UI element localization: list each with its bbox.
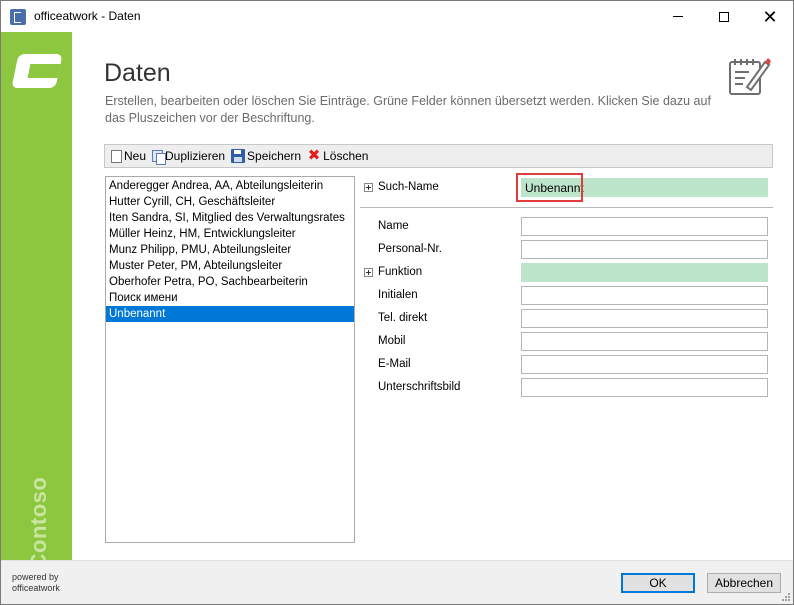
name-label: Name xyxy=(378,220,409,232)
funktion-label: Funktion xyxy=(378,266,423,278)
app-icon xyxy=(10,9,26,25)
resize-grip-icon[interactable] xyxy=(781,592,791,602)
list-item[interactable]: Anderegger Andrea, AA, Abteilungsleiteri… xyxy=(106,178,354,194)
list-item[interactable]: Oberhofer Petra, PO, Sachbearbeiterin xyxy=(106,274,354,290)
expand-funktion-icon[interactable] xyxy=(364,268,373,277)
list-item[interactable]: Iten Sandra, SI, Mitglied des Verwaltung… xyxy=(106,210,354,226)
save-icon xyxy=(231,149,246,163)
save-button[interactable]: Speichern xyxy=(231,149,301,163)
list-item[interactable]: Müller Heinz, HM, Entwicklungsleiter xyxy=(106,226,354,242)
brand-sidebar: Contoso xyxy=(1,32,72,569)
duplicate-button-label: Duplizieren xyxy=(165,149,226,163)
ok-button[interactable]: OK xyxy=(621,573,695,593)
new-button[interactable]: Neu xyxy=(111,149,146,163)
detail-form: Such-Name Name Personal-Nr. Funktion Ini… xyxy=(360,173,773,553)
list-item-selected[interactable]: Unbenannt xyxy=(106,306,354,322)
brand-logo-icon xyxy=(11,54,63,88)
save-button-label: Speichern xyxy=(247,149,302,163)
new-button-label: Neu xyxy=(124,149,147,163)
footer-bar: powered by officeatwork OK Abbrechen xyxy=(1,560,793,604)
window-title: officeatwork - Daten xyxy=(34,9,141,23)
close-button[interactable]: ✕ xyxy=(747,1,793,32)
mobil-label: Mobil xyxy=(378,335,406,347)
list-item[interactable]: Munz Philipp, PMU, Abteilungsleiter xyxy=(106,242,354,258)
page-description: Erstellen, bearbeiten oder löschen Sie E… xyxy=(105,94,711,125)
name-field[interactable] xyxy=(521,217,768,236)
tel-direkt-label: Tel. direkt xyxy=(378,312,428,324)
brand-vertical: Contoso xyxy=(16,472,56,572)
minimize-icon xyxy=(673,16,683,17)
powered-by-line: powered by xyxy=(12,572,59,582)
list-item[interactable]: Поиск имени xyxy=(106,290,354,306)
maximize-button[interactable] xyxy=(701,1,747,32)
page-title: Daten xyxy=(104,59,171,87)
dialog-window: officeatwork - Daten ✕ Contoso Daten Ers… xyxy=(0,0,794,605)
minimize-button[interactable] xyxy=(655,1,701,32)
close-icon: ✕ xyxy=(762,6,778,27)
form-divider xyxy=(360,207,773,208)
mobil-field[interactable] xyxy=(521,332,768,351)
entry-list[interactable]: Anderegger Andrea, AA, Abteilungsleiteri… xyxy=(105,176,355,543)
delete-button[interactable]: ✖ Löschen xyxy=(307,147,369,164)
personal-nr-label: Personal-Nr. xyxy=(378,243,442,255)
email-field[interactable] xyxy=(521,355,768,374)
list-item[interactable]: Muster Peter, PM, Abteilungsleiter xyxy=(106,258,354,274)
personal-nr-field[interactable] xyxy=(521,240,768,259)
cancel-button[interactable]: Abbrechen xyxy=(707,573,781,593)
tel-direkt-field[interactable] xyxy=(521,309,768,328)
delete-button-label: Löschen xyxy=(323,149,369,163)
new-document-icon xyxy=(111,149,122,163)
duplicate-button[interactable]: Duplizieren xyxy=(152,149,226,165)
initialen-field[interactable] xyxy=(521,286,768,305)
email-label: E-Mail xyxy=(378,358,411,370)
such-name-label: Such-Name xyxy=(378,181,439,193)
powered-by: powered by officeatwork xyxy=(12,572,60,594)
title-bar: officeatwork - Daten ✕ xyxy=(1,1,793,32)
duplicate-icon xyxy=(152,150,167,165)
edit-document-icon xyxy=(725,54,771,98)
initialen-label: Initialen xyxy=(378,289,418,301)
toolbar: Neu Duplizieren Speichern ✖ Löschen xyxy=(104,144,773,168)
maximize-icon xyxy=(719,11,729,22)
unterschriftsbild-field[interactable] xyxy=(521,378,768,397)
powered-by-brand: officeatwork xyxy=(12,583,60,593)
funktion-field[interactable] xyxy=(521,263,768,282)
expand-such-name-icon[interactable] xyxy=(364,183,373,192)
delete-icon: ✖ xyxy=(307,147,321,164)
unterschriftsbild-label: Unterschriftsbild xyxy=(378,381,461,393)
list-item[interactable]: Hutter Cyrill, CH, Geschäftsleiter xyxy=(106,194,354,210)
such-name-field[interactable] xyxy=(521,178,768,197)
